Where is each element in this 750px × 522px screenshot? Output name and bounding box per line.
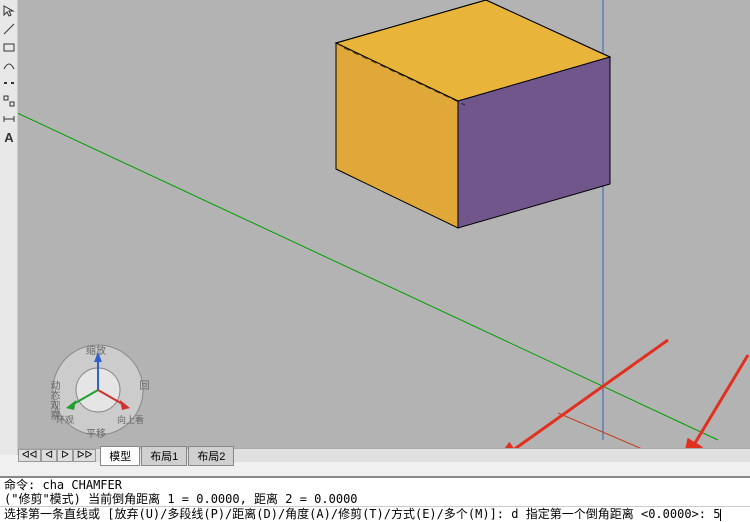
viewcube[interactable]: 缩放 动态观察 回 平移 环观 向上看	[48, 340, 148, 440]
prompt-next: 指定第一个倒角距离	[526, 507, 634, 521]
tool-pick[interactable]	[1, 3, 17, 19]
command-area: 命令: cha CHAMFER ("修剪"模式) 当前倒角距离 1 = 0.00…	[0, 476, 750, 522]
layout-nav: ᐊᐊ ᐊ ᐅ ᐅᐅ 模型 布局1 布局2	[18, 448, 750, 462]
command-prompt-line[interactable]: 选择第一条直线或 [放弃(U)/多段线(P)/距离(D)/角度(A)/修剪(T)…	[0, 506, 750, 521]
tool-text[interactable]: A	[1, 129, 17, 145]
text-cursor-icon	[720, 509, 721, 521]
break-icon	[3, 77, 15, 89]
viewcube-label-look[interactable]: 环观	[56, 413, 74, 426]
cmd-typed: cha	[42, 478, 64, 492]
viewcube-label-pan[interactable]: 平移	[86, 425, 106, 440]
viewcube-label-up[interactable]: 向上看	[117, 413, 144, 426]
tool-ortho[interactable]	[1, 93, 17, 109]
viewcube-label-back[interactable]: 回	[135, 380, 150, 390]
viewport-3d[interactable]: 缩放 动态观察 回 平移 环观 向上看	[18, 0, 750, 455]
nav-next-button[interactable]: ᐅ	[57, 449, 73, 462]
left-toolbar: A	[0, 0, 18, 455]
text-a-icon: A	[4, 130, 13, 145]
tool-line[interactable]	[1, 21, 17, 37]
command-history-line1: 命令: cha CHAMFER	[0, 478, 750, 492]
tool-curve[interactable]	[1, 57, 17, 73]
tab-layout2[interactable]: 布局2	[188, 446, 234, 466]
dim-icon	[3, 113, 15, 125]
command-history-line2: ("修剪"模式) 当前倒角距离 1 = 0.0000, 距离 2 = 0.000…	[0, 492, 750, 506]
prompt-user-option: d	[511, 507, 518, 521]
tool-rect[interactable]	[1, 39, 17, 55]
prompt-default: 0.0000	[648, 507, 691, 521]
tool-dim[interactable]	[1, 111, 17, 127]
tab-model[interactable]: 模型	[100, 446, 140, 466]
cmd-prefix: 命令:	[4, 478, 35, 492]
curve-icon	[3, 59, 15, 71]
nav-prev-button[interactable]: ᐊ	[41, 449, 57, 462]
cursor-icon	[3, 5, 15, 17]
prompt-options: 放弃(U)/多段线(P)/距离(D)/角度(A)/修剪(T)/方式(E)/多个(…	[114, 507, 489, 521]
prompt-prefix: 选择第一条直线或	[4, 507, 100, 521]
tool-break[interactable]	[1, 75, 17, 91]
line-icon	[3, 23, 15, 35]
cmd-resolved: CHAMFER	[71, 478, 122, 492]
nav-last-button[interactable]: ᐅᐅ	[73, 449, 96, 462]
rect-icon	[3, 41, 15, 53]
tab-layout1[interactable]: 布局1	[141, 446, 187, 466]
ortho-icon	[3, 95, 15, 107]
command-input-value[interactable]: 5	[713, 507, 720, 521]
viewcube-label-zoom[interactable]: 缩放	[86, 342, 106, 357]
nav-first-button[interactable]: ᐊᐊ	[18, 449, 41, 462]
